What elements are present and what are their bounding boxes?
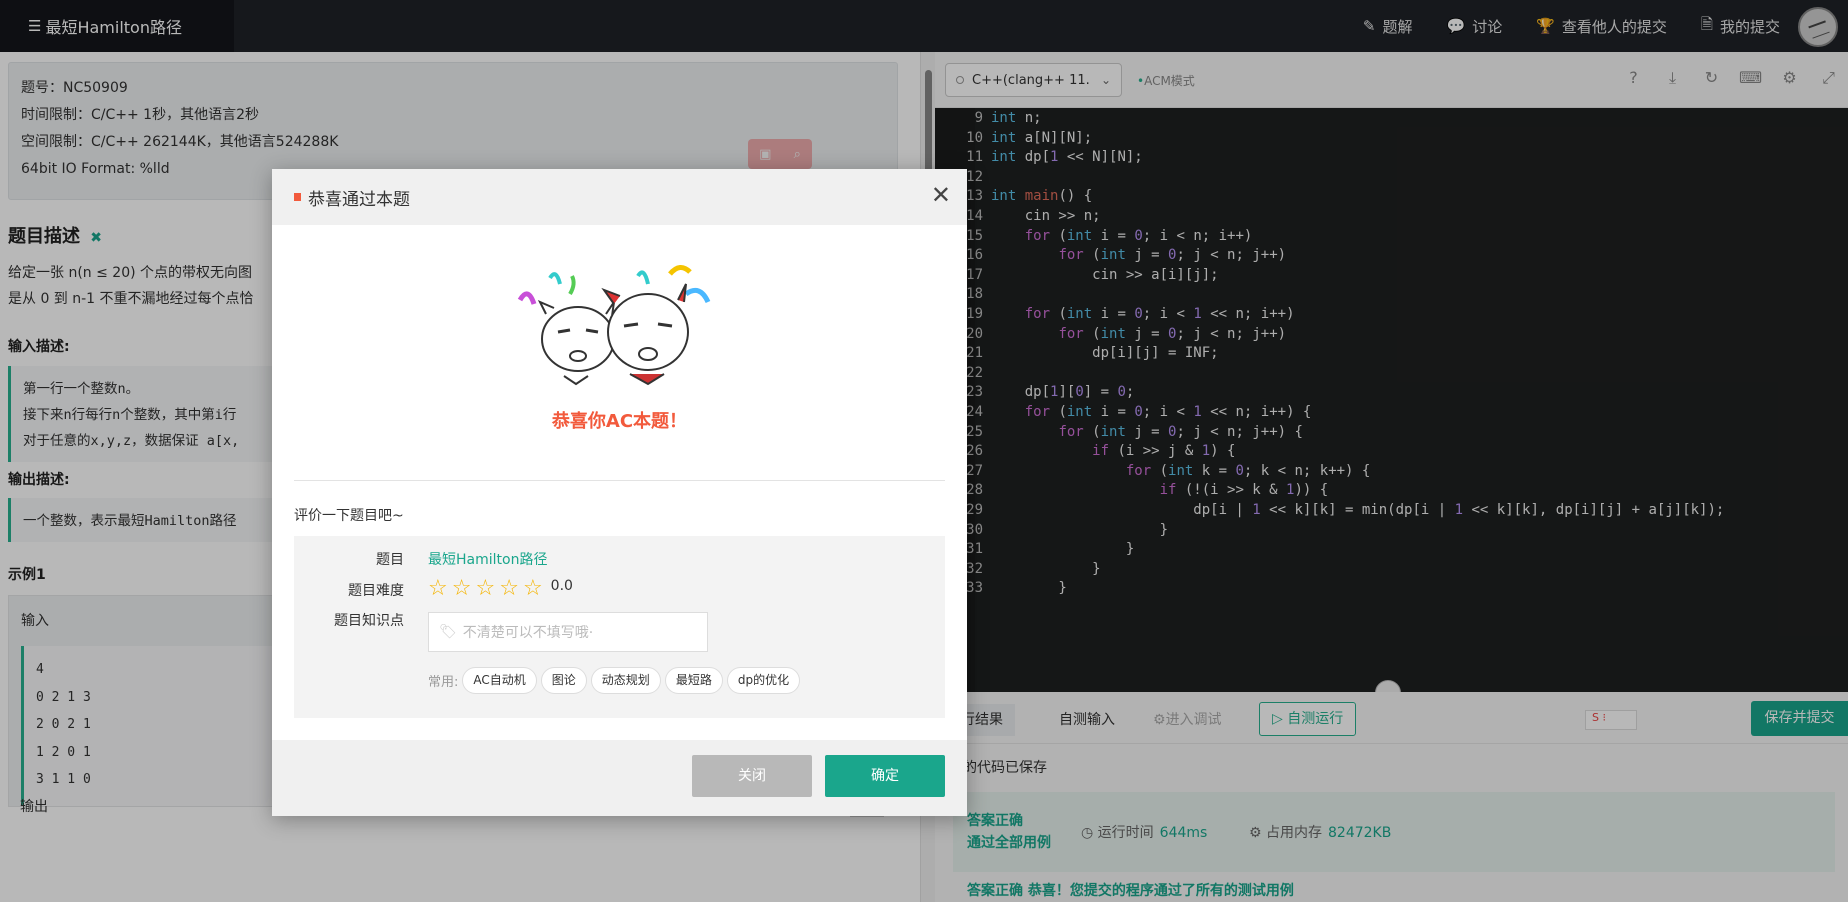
common-label: 常用: bbox=[428, 675, 459, 690]
star-icon[interactable]: ☆ bbox=[523, 576, 543, 601]
difficulty-stars: ☆ ☆ ☆ ☆ ☆ 0.0 bbox=[428, 576, 573, 601]
rate-prompt: 评价一下题目吧~ bbox=[294, 508, 404, 524]
star-icon[interactable]: ☆ bbox=[452, 576, 472, 601]
congrats-text: 恭喜你AC本题！ bbox=[551, 411, 688, 432]
dialog-footer: 关闭 确定 bbox=[272, 740, 967, 816]
dialog-header: 恭喜通过本题 ✕ bbox=[272, 169, 967, 225]
ac-dialog: 恭喜通过本题 ✕ 恭喜你AC本题！ 评价一下题目吧~ 题目 最短Hamilton… bbox=[272, 169, 967, 816]
problem-name-link[interactable]: 最短Hamilton路径 bbox=[428, 549, 547, 569]
rating-form: 题目 最短Hamilton路径 题目难度 ☆ ☆ ☆ ☆ ☆ 0.0 题目知识点… bbox=[294, 536, 945, 718]
tag-chip[interactable]: 图论 bbox=[540, 667, 587, 694]
dialog-title: 恭喜通过本题 bbox=[308, 190, 410, 210]
common-tags: 常用: AC自动机 图论 动态规划 最短路 dp的优化 bbox=[428, 667, 801, 694]
close-icon[interactable]: ✕ bbox=[931, 181, 951, 209]
tag-icon: 🏷 bbox=[439, 624, 457, 640]
title-accent-bar bbox=[294, 193, 301, 201]
knowledge-placeholder: 不清楚可以不填写哦· bbox=[462, 625, 594, 641]
difficulty-score: 0.0 bbox=[550, 577, 573, 594]
celebration-mascot-image bbox=[517, 265, 711, 386]
tag-chip[interactable]: 最短路 bbox=[664, 667, 723, 694]
close-button[interactable]: 关闭 bbox=[692, 755, 812, 797]
star-icon[interactable]: ☆ bbox=[499, 576, 519, 601]
tag-chip[interactable]: dp的优化 bbox=[726, 667, 801, 694]
difficulty-label: 题目难度 bbox=[348, 583, 404, 599]
knowledge-input[interactable]: 🏷 不清楚可以不填写哦· bbox=[428, 612, 708, 652]
tag-chip[interactable]: AC自动机 bbox=[462, 667, 537, 694]
star-icon[interactable]: ☆ bbox=[428, 576, 448, 601]
problem-label: 题目 bbox=[376, 552, 404, 568]
divider bbox=[294, 480, 945, 481]
tag-chip[interactable]: 动态规划 bbox=[590, 667, 661, 694]
knowledge-label: 题目知识点 bbox=[334, 613, 404, 629]
star-icon[interactable]: ☆ bbox=[475, 576, 495, 601]
confirm-button[interactable]: 确定 bbox=[825, 755, 945, 797]
